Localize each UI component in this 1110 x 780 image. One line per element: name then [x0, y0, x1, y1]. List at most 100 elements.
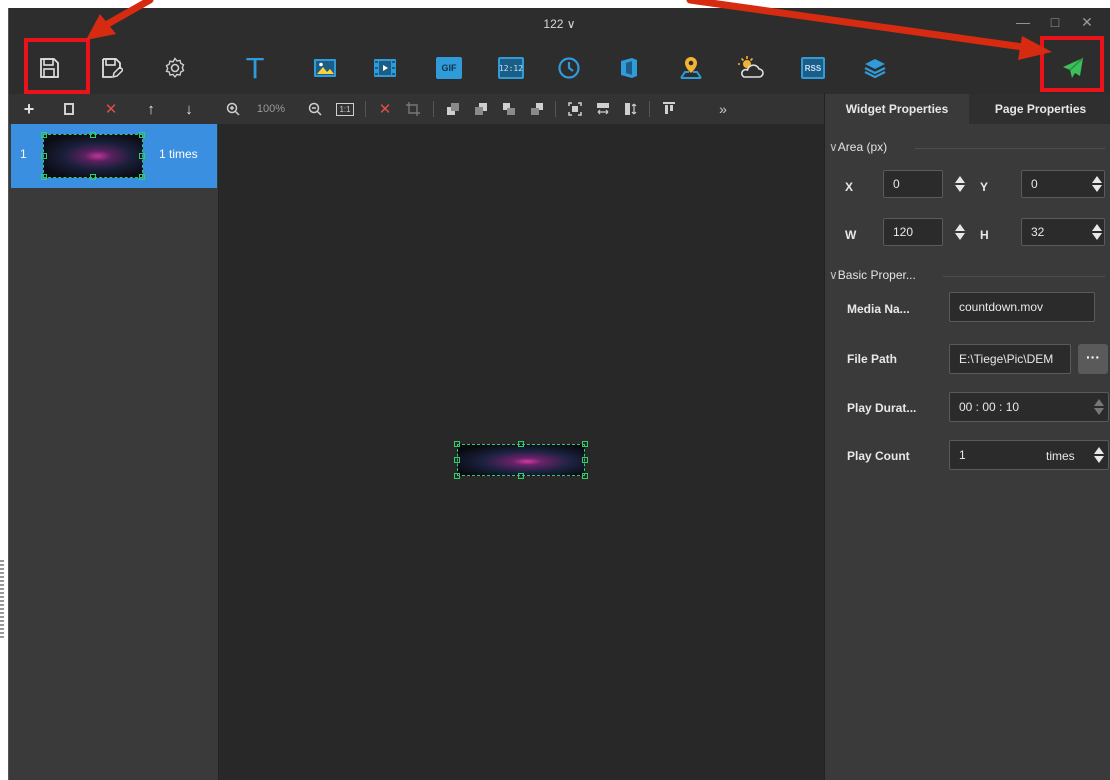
digital-clock-widget-button[interactable]: 12:12 — [491, 48, 531, 88]
more-tools-button[interactable]: » — [713, 99, 733, 119]
page-list-item[interactable]: 1 1 times — [11, 124, 217, 188]
y-stepper[interactable] — [1091, 170, 1103, 198]
save-as-icon — [102, 58, 123, 79]
play-duration-field[interactable]: 00 : 00 : 10 — [949, 392, 1109, 422]
resize-handle[interactable] — [454, 441, 460, 447]
resize-handle — [90, 174, 96, 180]
fit-full-button[interactable] — [565, 99, 585, 119]
bring-forward-button[interactable] — [499, 99, 519, 119]
gif-widget-button[interactable]: GIF — [429, 48, 469, 88]
zoom-out-button[interactable] — [305, 99, 325, 119]
zoom-out-icon — [308, 102, 322, 116]
resize-handle — [90, 132, 96, 138]
digital-clock-icon: 12:12 — [498, 57, 524, 79]
align-top-button[interactable] — [659, 99, 679, 119]
zoom-in-icon — [226, 102, 240, 116]
main-toolbar: T GIF 12:12 RSS — [9, 42, 1110, 94]
minimize-button[interactable]: — — [1009, 14, 1037, 34]
width-stepper[interactable] — [954, 218, 966, 246]
divider — [943, 276, 1105, 277]
send-to-back-button[interactable] — [471, 99, 491, 119]
delete-widget-button[interactable]: ✕ — [375, 99, 395, 119]
analog-clock-widget-button[interactable] — [549, 48, 589, 88]
rss-widget-button[interactable]: RSS — [793, 48, 833, 88]
save-as-button[interactable] — [91, 48, 131, 88]
x-label: X — [845, 180, 854, 194]
fit-full-icon — [568, 102, 582, 116]
weather-widget-button[interactable] — [731, 48, 771, 88]
editor-canvas[interactable] — [220, 124, 824, 780]
play-duration-stepper[interactable] — [1093, 393, 1105, 421]
tab-page-properties[interactable]: Page Properties — [969, 94, 1110, 124]
x-stepper[interactable] — [954, 170, 966, 198]
map-widget-button[interactable] — [671, 48, 711, 88]
window-edge-marker — [0, 560, 4, 640]
resize-handle — [139, 153, 145, 159]
video-widget[interactable] — [454, 441, 588, 479]
play-count-stepper[interactable] — [1093, 441, 1105, 469]
gif-label: GIF — [441, 63, 457, 73]
send-back-icon — [475, 103, 487, 115]
resize-handle[interactable] — [454, 473, 460, 479]
resize-handle — [41, 174, 47, 180]
zoom-level: 100% — [256, 103, 286, 115]
delete-page-button[interactable]: ✕ — [101, 99, 121, 119]
play-count-field[interactable]: 1 — [949, 440, 1109, 470]
actual-size-button[interactable]: 1:1 — [335, 99, 355, 119]
basic-section-header[interactable]: ∨Basic Proper... — [829, 268, 916, 282]
add-page-button[interactable]: + — [19, 99, 39, 119]
move-up-button[interactable]: ↑ — [141, 99, 161, 119]
width-field[interactable]: 120 — [883, 218, 943, 246]
w-label: W — [845, 228, 857, 242]
fit-width-button[interactable] — [593, 99, 613, 119]
text-widget-button[interactable]: T — [235, 48, 275, 88]
align-top-icon — [663, 102, 675, 114]
actual-size-icon: 1:1 — [336, 102, 354, 116]
clock-icon — [558, 57, 580, 79]
layers-button[interactable] — [855, 48, 895, 88]
resize-handle[interactable] — [518, 441, 524, 447]
separator — [433, 101, 434, 117]
send-backward-button[interactable] — [527, 99, 547, 119]
crop-button[interactable] — [403, 99, 423, 119]
copy-page-button[interactable] — [59, 99, 79, 119]
play-duration-label: Play Durat... — [847, 401, 917, 415]
separator — [365, 101, 366, 117]
height-stepper[interactable] — [1091, 218, 1103, 246]
window-title[interactable]: 122 ∨ — [9, 17, 1110, 31]
resize-handle[interactable] — [582, 473, 588, 479]
bring-front-icon — [447, 103, 459, 115]
resize-handle[interactable] — [454, 457, 460, 463]
bring-to-front-button[interactable] — [443, 99, 463, 119]
play-count-unit: times — [1046, 449, 1075, 463]
resize-handle — [139, 132, 145, 138]
media-name-field[interactable]: countdown.mov — [949, 292, 1095, 322]
highlight-send-button — [1040, 36, 1104, 92]
close-button[interactable]: ✕ — [1073, 14, 1101, 34]
resize-handle[interactable] — [518, 473, 524, 479]
browse-button[interactable]: ··· — [1078, 344, 1108, 374]
area-section-header[interactable]: ∨Area (px) — [829, 140, 887, 154]
separator — [555, 101, 556, 117]
resize-handle[interactable] — [582, 441, 588, 447]
image-widget-button[interactable] — [305, 48, 345, 88]
video-icon — [374, 59, 396, 77]
file-path-field[interactable]: E:\Tiege\Pic\DEM — [949, 344, 1071, 374]
zoom-in-button[interactable] — [223, 99, 243, 119]
gear-icon — [165, 57, 185, 79]
video-widget-button[interactable] — [365, 48, 405, 88]
office-widget-button[interactable] — [609, 48, 649, 88]
settings-button[interactable] — [155, 48, 195, 88]
move-down-button[interactable]: ↓ — [179, 99, 199, 119]
basic-section-title: Basic Proper... — [837, 268, 916, 282]
maximize-button[interactable]: □ — [1041, 14, 1069, 34]
image-icon — [314, 59, 336, 77]
fit-height-icon — [625, 103, 637, 115]
tab-widget-properties[interactable]: Widget Properties — [825, 94, 969, 124]
page-list: 1 1 times — [9, 124, 219, 780]
page-index: 1 — [20, 147, 27, 161]
resize-handle — [139, 174, 145, 180]
resize-handle[interactable] — [582, 457, 588, 463]
x-field[interactable]: 0 — [883, 170, 943, 198]
fit-height-button[interactable] — [621, 99, 641, 119]
